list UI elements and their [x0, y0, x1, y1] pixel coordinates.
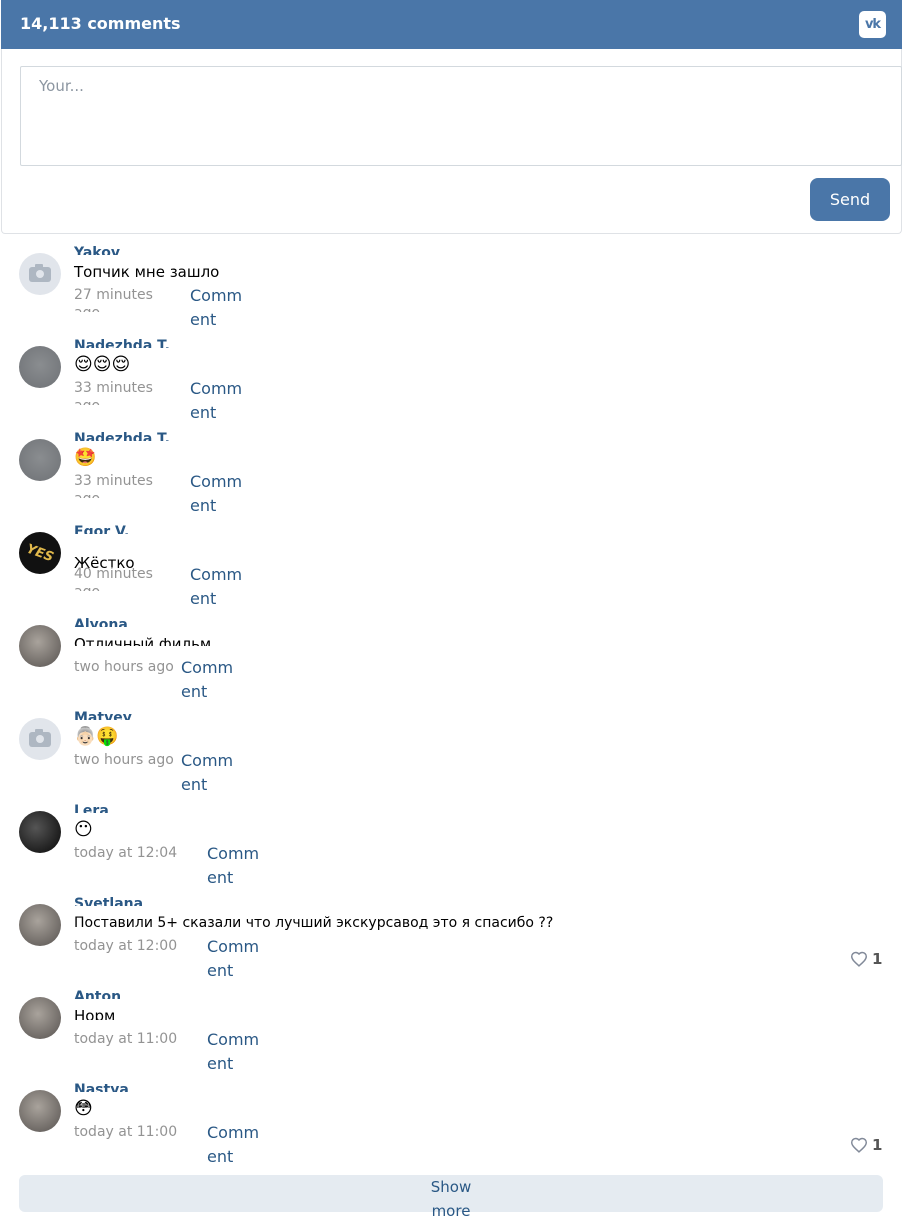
comment-author[interactable]: Alyona	[74, 616, 128, 627]
comment-author[interactable]: Yakov	[74, 244, 120, 255]
comment-time[interactable]: 33 minutes ago	[74, 472, 182, 498]
comment-time[interactable]: today at 11:00	[74, 1030, 199, 1056]
comment-reply-link[interactable]: Comment	[207, 1121, 267, 1169]
comment-time[interactable]: 40 minutes ago	[74, 565, 182, 591]
show-more-label: Show more	[430, 1178, 472, 1220]
comment-text: Отличный фильм	[74, 635, 212, 646]
comment-reply-link[interactable]: Comment	[181, 749, 241, 797]
comment-item: Nadezhda T. 🤩 33 minutes ago Comment	[0, 422, 903, 515]
comment-author[interactable]: Nadezhda T.	[74, 430, 170, 441]
comment-reply-link[interactable]: Comment	[190, 284, 250, 332]
like-count: 1	[872, 950, 883, 968]
comment-author[interactable]: Egor V.	[74, 523, 129, 534]
comment-author[interactable]: Matvey	[74, 709, 132, 720]
comment-text: 🤩	[74, 447, 97, 468]
avatar[interactable]: YES	[19, 532, 61, 574]
comment-composer: Send	[1, 49, 902, 234]
comment-item: Anton Норм today at 11:00 Comment	[0, 980, 903, 1073]
comment-time[interactable]: today at 12:04	[74, 844, 199, 870]
comment-item: Matvey 👵🏻🤑 two hours ago Comment	[0, 701, 903, 794]
comment-input[interactable]	[20, 66, 902, 166]
comment-text: Поставили 5+ сказали что лучший экскурса…	[74, 915, 554, 931]
comment-item: YES Egor V. Жёстко 40 minutes ago Commen…	[0, 515, 903, 608]
comments-count-title: 14,113 comments	[20, 14, 181, 33]
like-count: 1	[872, 1136, 883, 1154]
comment-item: Svetlana Поставили 5+ сказали что лучший…	[0, 887, 903, 980]
heart-icon	[850, 951, 868, 967]
avatar[interactable]	[19, 346, 61, 388]
comment-text: Норм	[74, 1007, 116, 1020]
comment-reply-link[interactable]: Comment	[207, 842, 267, 890]
show-more-button[interactable]: Show more	[19, 1175, 883, 1220]
comment-author[interactable]: Anton	[74, 988, 121, 999]
comment-author[interactable]: Nastya	[74, 1081, 129, 1092]
comment-author[interactable]: Svetlana	[74, 895, 143, 906]
vk-logo-icon[interactable]: vk	[859, 11, 886, 38]
avatar[interactable]	[19, 997, 61, 1039]
camera-icon	[29, 728, 51, 747]
comment-time[interactable]: 33 minutes ago	[74, 379, 182, 405]
heart-icon	[850, 1137, 868, 1153]
comment-text: Топчик мне зашло	[74, 263, 220, 281]
camera-icon	[29, 263, 51, 282]
avatar[interactable]	[19, 811, 61, 853]
like-button[interactable]: 1	[850, 1136, 882, 1154]
comment-item: Yakov Топчик мне зашло 27 minutes ago Co…	[0, 236, 903, 329]
comment-author[interactable]: Lera	[74, 802, 109, 813]
comment-item: Nastya 😳 today at 11:00 Comment 1	[0, 1073, 903, 1166]
avatar[interactable]	[19, 904, 61, 946]
avatar[interactable]	[19, 253, 61, 295]
comment-item: Nadezhda T. 😌😌😌 33 minutes ago Comment	[0, 329, 903, 422]
avatar[interactable]	[19, 1090, 61, 1132]
comment-item: Alyona Отличный фильм two hours ago Comm…	[0, 608, 903, 701]
comment-text: 😳	[74, 1098, 93, 1119]
comment-time[interactable]: two hours ago	[74, 751, 174, 777]
comment-reply-link[interactable]: Comment	[181, 656, 241, 704]
comment-time[interactable]: two hours ago	[74, 658, 174, 684]
avatar[interactable]	[19, 439, 61, 481]
comment-reply-link[interactable]: Comment	[190, 377, 250, 425]
send-button[interactable]: Send	[810, 178, 890, 221]
avatar[interactable]	[19, 718, 61, 760]
comment-time[interactable]: today at 11:00	[74, 1123, 199, 1149]
comment-time[interactable]: 27 minutes ago	[74, 286, 182, 312]
comment-reply-link[interactable]: Comment	[190, 470, 250, 518]
vk-logo-text: vk	[864, 17, 881, 32]
comments-header: 14,113 comments vk	[1, 0, 902, 49]
comment-reply-link[interactable]: Comment	[190, 563, 250, 611]
like-button[interactable]: 1	[850, 950, 882, 968]
comment-author[interactable]: Nadezhda T.	[74, 337, 170, 348]
avatar[interactable]	[19, 625, 61, 667]
comment-reply-link[interactable]: Comment	[207, 1028, 267, 1076]
comment-reply-link[interactable]: Comment	[207, 935, 267, 983]
comment-time[interactable]: today at 12:00	[74, 937, 199, 963]
comment-item: Lera 😶 today at 12:04 Comment	[0, 794, 903, 887]
comment-text: 😶	[74, 819, 93, 840]
comment-text: 😌😌😌	[74, 354, 131, 375]
comment-text: 👵🏻🤑	[74, 726, 119, 747]
